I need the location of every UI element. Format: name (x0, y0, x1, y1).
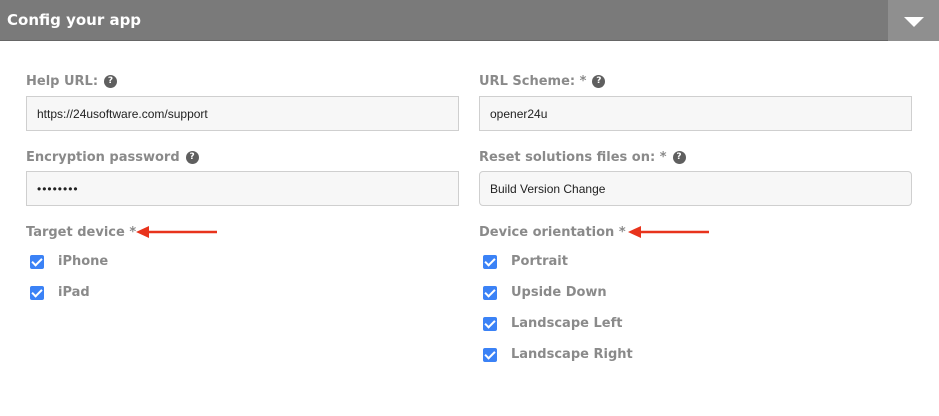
checkbox-checked-icon[interactable] (483, 285, 497, 300)
help-icon[interactable]: ? (104, 75, 118, 88)
checkbox-landscape-left[interactable]: Landscape Left (483, 316, 622, 331)
annotation-arrow-icon (136, 226, 217, 238)
checkbox-ipad[interactable]: iPad (30, 285, 90, 300)
target-device-label-text: Target device * (26, 225, 137, 240)
help-url-label: Help URL: ? (26, 74, 118, 89)
encryption-password-label-text: Encryption password (26, 150, 180, 165)
help-icon[interactable]: ? (672, 151, 686, 164)
checkbox-checked-icon[interactable] (483, 347, 497, 362)
checkbox-checked-icon[interactable] (483, 316, 497, 331)
checkbox-label: iPad (58, 285, 90, 300)
reset-solutions-label: Reset solutions files on: * ? (479, 150, 686, 165)
url-scheme-label: URL Scheme: * ? (479, 74, 606, 89)
checkbox-checked-icon[interactable] (30, 254, 44, 269)
reset-solutions-select[interactable]: Build Version Change (479, 171, 912, 206)
help-icon[interactable]: ? (185, 151, 199, 164)
help-icon[interactable]: ? (592, 75, 606, 88)
device-orientation-label: Device orientation * (479, 225, 626, 240)
target-device-label: Target device * (26, 225, 136, 240)
checkbox-checked-icon[interactable] (30, 285, 44, 300)
checkbox-iphone[interactable]: iPhone (30, 254, 108, 269)
help-url-input[interactable]: https://24usoftware.com/support (26, 96, 459, 131)
checkbox-upside-down[interactable]: Upside Down (483, 285, 607, 300)
checkbox-label: iPhone (58, 254, 109, 269)
device-orientation-label-text: Device orientation * (479, 225, 626, 240)
annotation-arrow-icon (628, 226, 709, 238)
triangle-down-icon (904, 17, 924, 27)
checkbox-label: Portrait (511, 254, 568, 269)
collapse-toggle-button[interactable] (888, 0, 939, 41)
checkbox-checked-icon[interactable] (483, 254, 497, 269)
url-scheme-label-text: URL Scheme: * (479, 74, 587, 89)
checkbox-landscape-right[interactable]: Landscape Right (483, 347, 633, 362)
checkbox-label: Landscape Right (511, 347, 633, 362)
url-scheme-input[interactable]: opener24u (479, 96, 912, 131)
header-title: Config your app (7, 11, 142, 29)
checkbox-label: Landscape Left (511, 316, 623, 331)
checkbox-portrait[interactable]: Portrait (483, 254, 568, 269)
checkbox-label: Upside Down (511, 285, 607, 300)
encryption-password-label: Encryption password ? (26, 150, 199, 165)
encryption-password-input[interactable]: •••••••• (26, 171, 459, 206)
config-header: Config your app (0, 0, 939, 41)
reset-solutions-label-text: Reset solutions files on: * (479, 150, 667, 165)
help-url-label-text: Help URL: (26, 74, 99, 89)
